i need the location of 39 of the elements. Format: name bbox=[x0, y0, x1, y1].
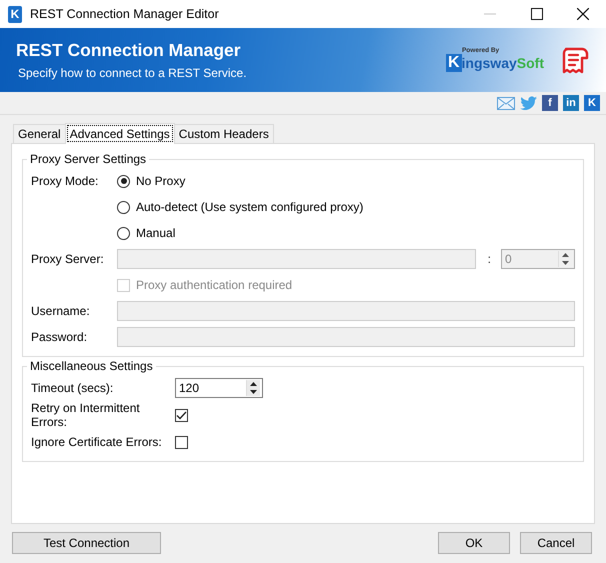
tab[interactable]: General bbox=[13, 124, 66, 143]
checkbox[interactable] bbox=[175, 436, 188, 448]
close-icon[interactable] bbox=[577, 8, 589, 20]
port-separator: : bbox=[488, 252, 491, 266]
tab[interactable]: Custom Headers bbox=[174, 124, 274, 143]
radio-option[interactable]: Auto-detect (Use system configured proxy) bbox=[117, 194, 364, 220]
group-title: Miscellaneous Settings bbox=[29, 359, 154, 373]
field-label: Retry on Intermittent Errors: bbox=[31, 401, 141, 429]
radio-option[interactable]: Manual bbox=[117, 220, 364, 246]
dialog-button[interactable]: Cancel bbox=[520, 532, 592, 554]
brand-logo: K ingswaySoft bbox=[446, 54, 544, 72]
radio-label: No Proxy bbox=[136, 174, 186, 188]
dialog-button[interactable]: OK bbox=[438, 532, 510, 554]
field-label: Proxy Mode: bbox=[31, 174, 100, 188]
timeout-spinner[interactable]: 120 bbox=[175, 378, 263, 398]
share-icon[interactable]: K bbox=[584, 95, 600, 111]
share-icon[interactable]: in bbox=[563, 95, 579, 111]
field-label: Username: bbox=[31, 304, 91, 318]
field-label: Timeout (secs): bbox=[31, 381, 114, 395]
group-title: Proxy Server Settings bbox=[29, 152, 148, 166]
test-connection-button[interactable]: Test Connection bbox=[12, 532, 161, 554]
checkbox[interactable] bbox=[175, 408, 188, 422]
app-icon: K bbox=[8, 6, 22, 22]
field-label: Ignore Certificate Errors: bbox=[31, 435, 163, 449]
radio-button[interactable] bbox=[117, 200, 130, 214]
radio-button[interactable] bbox=[117, 226, 130, 240]
field-label: Password: bbox=[31, 330, 88, 344]
field-label: Proxy Server: bbox=[31, 252, 105, 266]
tab[interactable]: Advanced Settings bbox=[64, 123, 175, 144]
radio-option[interactable]: No Proxy bbox=[117, 168, 364, 194]
banner-subtitle: Specify how to connect to a REST Service. bbox=[18, 66, 248, 80]
maximize-icon[interactable] bbox=[531, 8, 543, 20]
window-title: REST Connection Manager Editor bbox=[30, 7, 219, 21]
radio-button[interactable] bbox=[117, 174, 130, 188]
radio-label: Auto-detect (Use system configured proxy) bbox=[136, 200, 364, 214]
mail-icon[interactable] bbox=[497, 96, 515, 110]
banner-title: REST Connection Manager bbox=[16, 40, 242, 61]
share-icon[interactable]: f bbox=[542, 95, 558, 111]
radio-label: Manual bbox=[136, 226, 176, 240]
